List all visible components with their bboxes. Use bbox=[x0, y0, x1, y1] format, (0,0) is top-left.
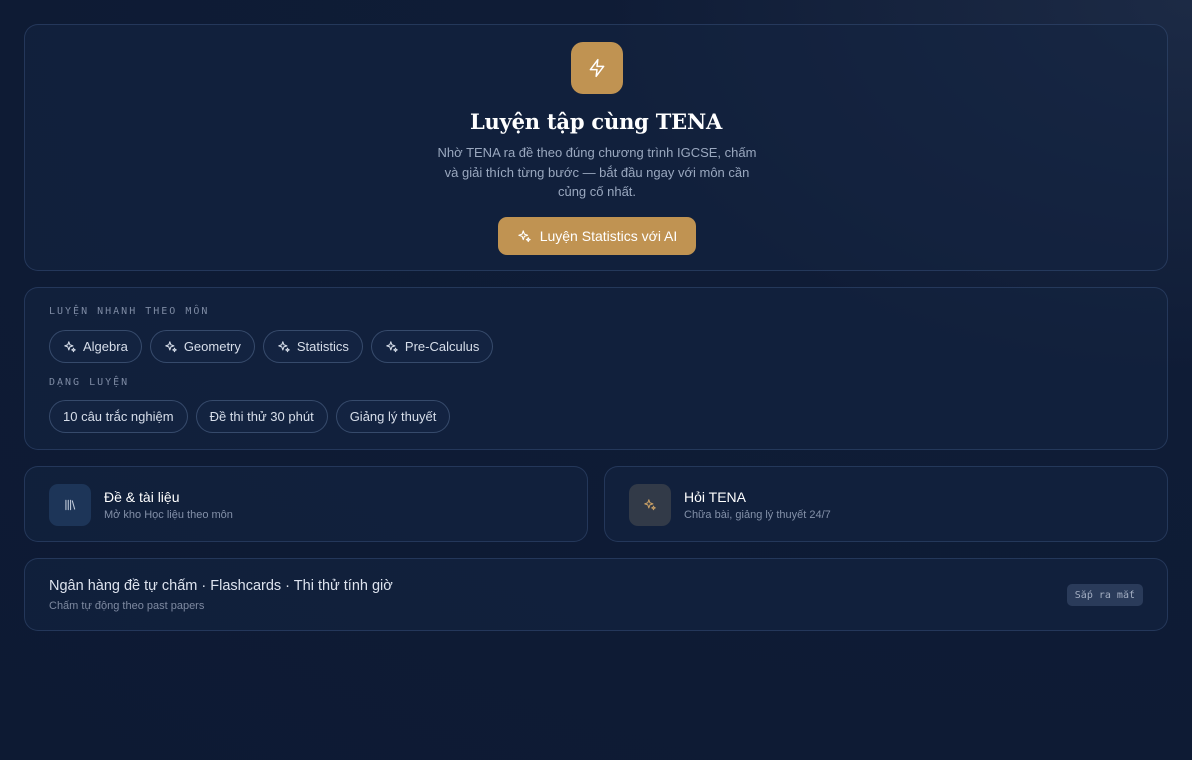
sparkles-icon bbox=[629, 484, 671, 526]
subjects-section-label: LUYỆN NHANH THEO MÔN bbox=[49, 306, 210, 317]
subject-chip-pre-calculus[interactable]: Pre-Calculus bbox=[370, 330, 494, 363]
sparkles-icon bbox=[518, 229, 531, 242]
documents-subtitle: Mở kho Học liệu theo môn bbox=[104, 509, 233, 521]
ask-tena-card[interactable]: Hỏi TENA Chữa bài, giảng lý thuyết 24/7 bbox=[604, 466, 1168, 542]
chip-label: 10 câu trắc nghiệm bbox=[63, 409, 174, 424]
coming-soon-card: Ngân hàng đề tự chấm · Flashcards · Thi … bbox=[24, 558, 1168, 631]
practice-statistics-label: Luyện Statistics với AI bbox=[539, 228, 678, 244]
coming-soon-subtitle: Chấm tự động theo past papers bbox=[49, 600, 205, 612]
mode-chip-quiz[interactable]: 10 câu trắc nghiệm bbox=[49, 400, 188, 433]
chip-label: Pre-Calculus bbox=[404, 339, 480, 354]
mode-chip-mock-exam[interactable]: Đề thi thử 30 phút bbox=[195, 400, 328, 433]
mode-chip-theory[interactable]: Giảng lý thuyết bbox=[335, 400, 451, 433]
subject-chip-statistics[interactable]: Statistics bbox=[262, 330, 363, 363]
chip-label: Đề thi thử 30 phút bbox=[209, 409, 314, 424]
ask-tena-title: Hỏi TENA bbox=[684, 489, 746, 505]
subject-chips: Algebra Geometry Statistics Pre-Calculus bbox=[49, 330, 494, 363]
practice-statistics-button[interactable]: Luyện Statistics với AI bbox=[498, 217, 696, 255]
chip-label: Algebra bbox=[83, 339, 128, 354]
lightning-icon bbox=[571, 42, 623, 94]
library-icon bbox=[49, 484, 91, 526]
subject-chip-algebra[interactable]: Algebra bbox=[49, 330, 142, 363]
subject-chip-geometry[interactable]: Geometry bbox=[149, 330, 255, 363]
coming-soon-badge: Sắp ra mắt bbox=[1066, 584, 1143, 606]
coming-soon-title: Ngân hàng đề tự chấm · Flashcards · Thi … bbox=[49, 578, 393, 594]
sparkles-icon bbox=[278, 340, 290, 352]
documents-title: Đề & tài liệu bbox=[104, 489, 180, 505]
quick-practice-card: LUYỆN NHANH THEO MÔN Algebra Geometry St… bbox=[24, 287, 1168, 450]
hero-card: Luyện tập cùng TENA Nhờ TENA ra đề theo … bbox=[24, 24, 1168, 271]
ask-tena-subtitle: Chữa bài, giảng lý thuyết 24/7 bbox=[684, 509, 831, 521]
sparkles-icon bbox=[386, 340, 398, 352]
hero-description: Nhờ TENA ra đề theo đúng chương trình IG… bbox=[437, 145, 757, 199]
sparkles-icon bbox=[64, 340, 76, 352]
chip-label: Giảng lý thuyết bbox=[349, 409, 437, 424]
modes-section-label: DẠNG LUYỆN bbox=[49, 377, 130, 388]
mode-chips: 10 câu trắc nghiệm Đề thi thử 30 phút Gi… bbox=[49, 400, 451, 433]
documents-card[interactable]: Đề & tài liệu Mở kho Học liệu theo môn bbox=[24, 466, 588, 542]
hero-title: Luyện tập cùng TENA bbox=[469, 109, 723, 134]
chip-label: Geometry bbox=[183, 339, 241, 354]
sparkles-icon bbox=[165, 340, 177, 352]
chip-label: Statistics bbox=[296, 339, 349, 354]
